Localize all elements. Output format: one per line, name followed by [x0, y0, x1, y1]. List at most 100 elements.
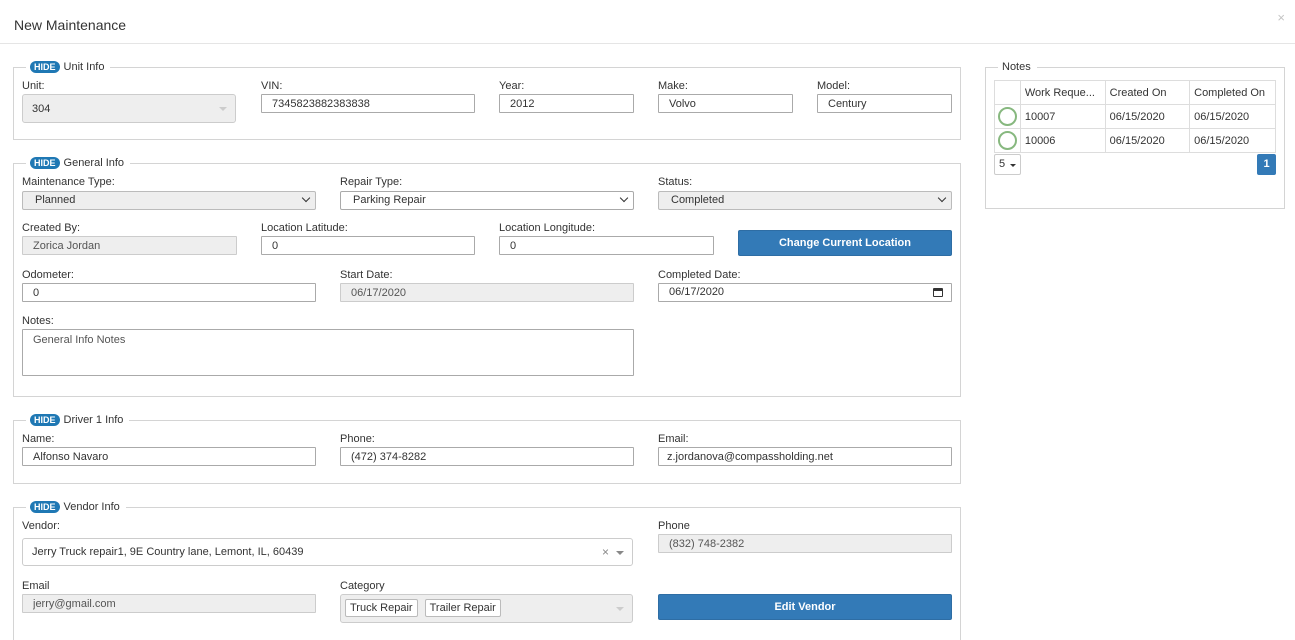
- driver-name-label: Name:: [22, 433, 55, 445]
- vendor-phone-label: Phone: [658, 520, 690, 532]
- unit-label: Unit:: [22, 80, 45, 92]
- notes-table-header: Work Reque... Created On Completed On: [994, 80, 1276, 105]
- clear-icon[interactable]: ×: [602, 545, 609, 559]
- driver-email-label: Email:: [658, 433, 689, 445]
- hide-general-info-button[interactable]: HIDE: [30, 157, 60, 169]
- created-on-cell: 06/15/2020: [1104, 104, 1191, 129]
- completed-date-label: Completed Date:: [658, 269, 741, 281]
- completed-date-value: 06/17/2020: [669, 286, 725, 298]
- repair-type-value: Parking Repair: [353, 194, 426, 206]
- latitude-label: Location Latitude:: [261, 222, 348, 234]
- maintenance-type-select[interactable]: Planned: [22, 191, 316, 210]
- vendor-phone-input: [658, 534, 952, 553]
- start-date-input: [340, 283, 634, 302]
- make-input[interactable]: [658, 94, 793, 113]
- chevron-down-icon: [301, 193, 311, 203]
- edit-vendor-button[interactable]: Edit Vendor: [658, 594, 952, 620]
- general-info-title: General Info: [63, 157, 125, 169]
- column-header-created-on[interactable]: Created On: [1104, 80, 1191, 105]
- created-on-cell: 06/15/2020: [1104, 128, 1191, 153]
- caret-down-icon: [1010, 164, 1016, 167]
- driver-name-input[interactable]: [22, 447, 316, 466]
- vendor-email-input: [22, 594, 316, 613]
- vin-label: VIN:: [261, 80, 283, 92]
- modal-title: New Maintenance: [14, 17, 127, 33]
- year-input[interactable]: [499, 94, 634, 113]
- latitude-input[interactable]: [261, 236, 475, 255]
- table-row[interactable]: 10006 06/15/2020 06/15/2020: [994, 128, 1276, 153]
- completed-on-cell: 06/15/2020: [1189, 128, 1276, 153]
- notes-textarea[interactable]: General Info Notes: [22, 329, 634, 376]
- status-cell: [994, 128, 1021, 153]
- longitude-input[interactable]: [499, 236, 714, 255]
- status-select[interactable]: Completed: [658, 191, 952, 210]
- vendor-dropdown-icon: [616, 551, 624, 555]
- page-size-value: 5: [999, 158, 1006, 170]
- completed-date-input[interactable]: 06/17/2020: [658, 283, 952, 302]
- work-request-cell: 10006: [1019, 128, 1106, 153]
- category-select[interactable]: Truck Repair Trailer Repair: [340, 594, 633, 623]
- created-by-label: Created By:: [22, 222, 81, 234]
- driver-info-legend: HIDE Driver 1 Info: [26, 414, 130, 426]
- model-input[interactable]: [817, 94, 952, 113]
- unit-info-title: Unit Info: [63, 61, 105, 73]
- general-info-legend: HIDE General Info: [26, 157, 131, 169]
- vendor-info-title: Vendor Info: [63, 501, 120, 513]
- unit-value: 304: [32, 103, 51, 115]
- hide-vendor-info-button[interactable]: HIDE: [30, 501, 60, 513]
- driver-email-input[interactable]: [658, 447, 952, 466]
- status-circle-icon: [997, 131, 1017, 150]
- calendar-icon[interactable]: [933, 288, 943, 297]
- driver-phone-input[interactable]: [340, 447, 634, 466]
- vendor-info-legend: HIDE Vendor Info: [26, 501, 126, 513]
- table-row[interactable]: 10007 06/15/2020 06/15/2020: [994, 104, 1276, 129]
- odometer-label: Odometer:: [22, 269, 74, 281]
- start-date-label: Start Date:: [340, 269, 393, 281]
- category-tag: Trailer Repair: [424, 599, 501, 617]
- driver-info-title: Driver 1 Info: [63, 414, 124, 426]
- status-label: Status:: [658, 176, 693, 188]
- column-header-status: [994, 80, 1021, 105]
- longitude-label: Location Longitude:: [499, 222, 596, 234]
- unit-info-legend: HIDE Unit Info: [26, 61, 111, 73]
- status-value: Completed: [671, 194, 725, 206]
- odometer-input[interactable]: [22, 283, 316, 302]
- modal-header: New Maintenance ×: [0, 0, 1295, 44]
- status-cell: [994, 104, 1021, 129]
- work-request-cell: 10007: [1019, 104, 1106, 129]
- repair-type-select[interactable]: Parking Repair: [340, 191, 634, 210]
- notes-title: Notes: [1002, 61, 1031, 73]
- make-label: Make:: [658, 80, 688, 92]
- driver-phone-label: Phone:: [340, 433, 375, 445]
- hide-driver-info-button[interactable]: HIDE: [30, 414, 60, 426]
- change-location-button[interactable]: Change Current Location: [738, 230, 952, 256]
- chevron-down-icon: [937, 193, 947, 203]
- maintenance-type-value: Planned: [35, 194, 76, 206]
- notes-label: Notes:: [22, 315, 54, 327]
- close-icon[interactable]: ×: [1277, 11, 1285, 24]
- vendor-select[interactable]: Jerry Truck repair1, 9E Country lane, Le…: [22, 538, 633, 566]
- chevron-down-icon: [619, 193, 629, 203]
- vin-input[interactable]: [261, 94, 475, 113]
- unit-select[interactable]: 304: [22, 94, 236, 123]
- category-label: Category: [340, 580, 385, 592]
- page-size-select[interactable]: 5: [994, 154, 1021, 175]
- maintenance-type-label: Maintenance Type:: [22, 176, 115, 188]
- status-circle-icon: [997, 107, 1017, 126]
- completed-on-cell: 06/15/2020: [1189, 104, 1276, 129]
- column-header-completed-on[interactable]: Completed On: [1189, 80, 1276, 105]
- vendor-email-label: Email: [22, 580, 50, 592]
- vendor-label: Vendor:: [22, 520, 60, 532]
- page-button-current[interactable]: 1: [1257, 154, 1276, 175]
- year-label: Year:: [499, 80, 525, 92]
- vendor-value: Jerry Truck repair1, 9E Country lane, Le…: [32, 546, 304, 558]
- unit-dropdown-icon: [219, 107, 227, 111]
- hide-unit-info-button[interactable]: HIDE: [30, 61, 60, 73]
- category-tag: Truck Repair: [345, 599, 418, 617]
- notes-table: Work Reque... Created On Completed On 10…: [994, 80, 1276, 153]
- category-dropdown-icon: [616, 607, 624, 611]
- notes-legend: Notes: [998, 61, 1037, 73]
- created-by-input: [22, 236, 237, 255]
- column-header-work-request[interactable]: Work Reque...: [1019, 80, 1106, 105]
- model-label: Model:: [817, 80, 851, 92]
